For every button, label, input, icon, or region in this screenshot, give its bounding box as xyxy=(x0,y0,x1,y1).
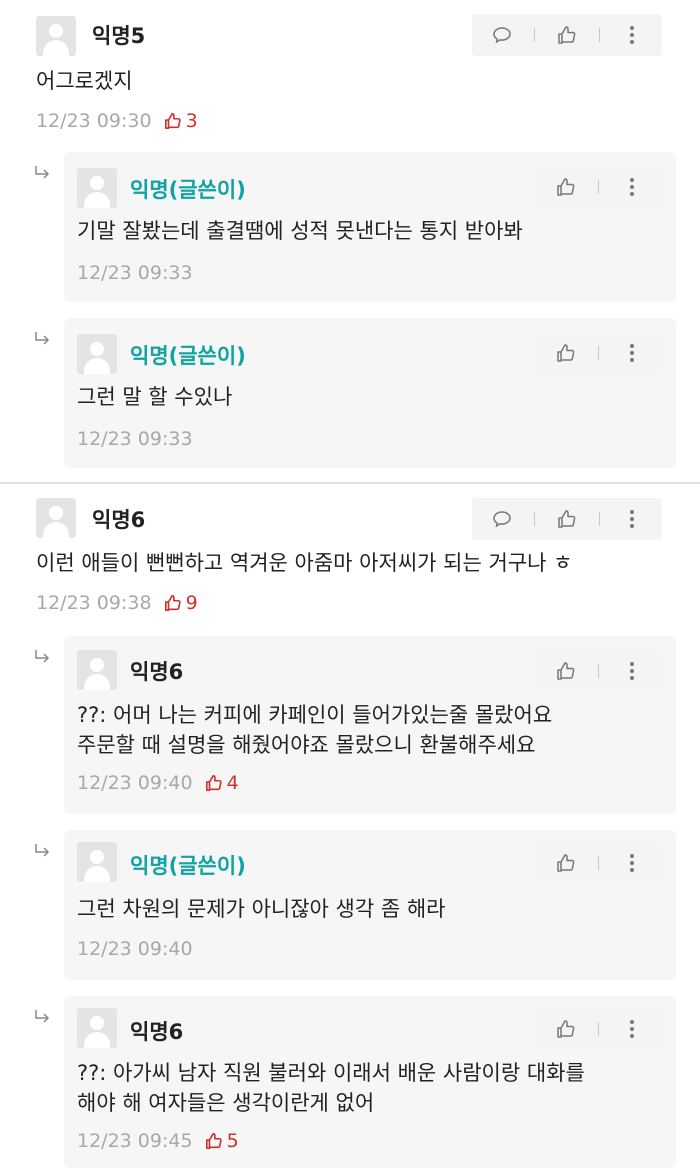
speech-bubble-icon[interactable] xyxy=(490,507,514,531)
reply-card: 익명(글쓴이) 그런 말 할 수있나 12/23 09:33 xyxy=(64,318,676,468)
reply-arrow-icon xyxy=(35,166,50,179)
like-count-value: 3 xyxy=(185,110,198,132)
toolbar-separator xyxy=(598,856,600,870)
vertical-ellipsis-icon[interactable] xyxy=(620,507,644,531)
like-count-value: 9 xyxy=(185,592,198,614)
vertical-ellipsis-icon[interactable] xyxy=(620,1017,644,1041)
thumbs-up-icon[interactable] xyxy=(555,23,579,47)
default-profile-icon xyxy=(36,16,76,56)
reply-meta: 12/23 09:40 xyxy=(77,938,193,960)
vertical-ellipsis-icon[interactable] xyxy=(620,23,644,47)
reply-text-line: ??: 아가씨 남자 직원 불러와 이래서 배운 사람이랑 대화를 xyxy=(77,1061,585,1085)
reply-meta: 12/23 09:45 5 xyxy=(77,1130,239,1152)
reply-meta: 12/23 09:33 xyxy=(77,262,193,284)
reply-arrow-icon xyxy=(35,844,50,857)
comment: 익명5 어그로겠지 12/23 09:30 3 xyxy=(0,0,700,150)
vertical-ellipsis-icon[interactable] xyxy=(620,851,644,875)
reply-time: 12/23 09:45 xyxy=(77,1130,193,1152)
reply-meta: 12/23 09:33 xyxy=(77,428,193,450)
reply-actions xyxy=(536,332,662,374)
reply-actions xyxy=(536,650,662,692)
default-profile-icon xyxy=(77,334,117,374)
comment-actions xyxy=(472,14,662,56)
reply-actions xyxy=(536,166,662,208)
comment-time: 12/23 09:30 xyxy=(36,110,152,132)
reply-card: 익명(글쓴이) 그런 차원의 문제가 아니잖아 생각 좀 해라 12/23 09… xyxy=(64,830,676,980)
reply-author: 익명6 xyxy=(130,660,184,684)
reply-card: 익명(글쓴이) 기말 잘봤는데 출결땜에 성적 못낸다는 통지 받아봐 12/2… xyxy=(64,152,676,302)
comment-author: 익명6 xyxy=(92,508,146,532)
reply-text-line: 주문할 때 설명을 해줬어야죠 몰랐으니 환불해주세요 xyxy=(77,733,536,757)
reply-text-line: 기말 잘봤는데 출결땜에 성적 못낸다는 통지 받아봐 xyxy=(77,219,523,243)
default-profile-icon xyxy=(77,168,117,208)
like-count: 5 xyxy=(205,1130,239,1152)
thumbs-up-icon xyxy=(205,774,222,792)
toolbar-separator xyxy=(534,512,535,526)
comment-text: 이런 애들이 뻔뻔하고 역겨운 아줌마 아저씨가 되는 거구나 ㅎ xyxy=(36,551,573,575)
thumbs-up-icon xyxy=(164,112,181,130)
speech-bubble-icon[interactable] xyxy=(490,23,514,47)
reply-arrow-icon xyxy=(35,332,50,345)
toolbar-separator xyxy=(598,180,600,194)
thumbs-up-icon[interactable] xyxy=(554,659,578,683)
reply-arrow-icon xyxy=(35,1010,50,1023)
like-count-value: 5 xyxy=(226,1130,239,1152)
thumbs-up-icon xyxy=(164,594,181,612)
toolbar-separator xyxy=(599,512,600,526)
vertical-ellipsis-icon[interactable] xyxy=(620,659,644,683)
comment-time: 12/23 09:38 xyxy=(36,592,152,614)
reply-time: 12/23 09:33 xyxy=(77,428,193,450)
reply-arrow-icon xyxy=(35,650,50,663)
default-profile-icon xyxy=(77,650,117,690)
toolbar-separator xyxy=(598,664,600,678)
toolbar-separator xyxy=(599,28,600,42)
like-count: 4 xyxy=(205,772,239,794)
reply-author: 익명6 xyxy=(130,1020,184,1044)
vertical-ellipsis-icon[interactable] xyxy=(620,341,644,365)
reply-author: 익명(글쓴이) xyxy=(130,178,246,202)
reply-time: 12/23 09:33 xyxy=(77,262,193,284)
reply-actions xyxy=(536,842,662,884)
comment-author: 익명5 xyxy=(92,24,146,48)
comment: 익명6 이런 애들이 뻔뻔하고 역겨운 아줌마 아저씨가 되는 거구나 ㅎ 12… xyxy=(0,484,700,634)
thumbs-up-icon[interactable] xyxy=(555,507,579,531)
reply-author: 익명(글쓴이) xyxy=(130,854,246,878)
comment-meta: 12/23 09:38 9 xyxy=(36,592,198,614)
reply-card: 익명6 ??: 어머 나는 커피에 카페인이 들어가있는줄 몰랐어요 주문할 때… xyxy=(64,636,676,814)
reply-meta: 12/23 09:40 4 xyxy=(77,772,239,794)
toolbar-separator xyxy=(534,28,535,42)
toolbar-separator xyxy=(598,1022,600,1036)
reply-text-line: 그런 차원의 문제가 아니잖아 생각 좀 해라 xyxy=(77,897,446,921)
like-count: 3 xyxy=(164,110,198,132)
toolbar-separator xyxy=(598,346,600,360)
default-profile-icon xyxy=(77,1008,117,1048)
comment-actions xyxy=(472,498,662,540)
thumbs-up-icon[interactable] xyxy=(554,341,578,365)
thumbs-up-icon[interactable] xyxy=(554,851,578,875)
thumbs-up-icon[interactable] xyxy=(554,1017,578,1041)
like-count-value: 4 xyxy=(226,772,239,794)
reply-actions xyxy=(536,1008,662,1050)
comment-meta: 12/23 09:30 3 xyxy=(36,110,198,132)
reply-time: 12/23 09:40 xyxy=(77,772,193,794)
like-count: 9 xyxy=(164,592,198,614)
vertical-ellipsis-icon[interactable] xyxy=(620,175,644,199)
default-profile-icon xyxy=(36,498,76,538)
comment-text: 어그로겠지 xyxy=(36,69,133,93)
reply-author: 익명(글쓴이) xyxy=(130,344,246,368)
reply-text-line: ??: 어머 나는 커피에 카페인이 들어가있는줄 몰랐어요 xyxy=(77,703,553,727)
thumbs-up-icon xyxy=(205,1132,222,1150)
reply-card: 익명6 ??: 아가씨 남자 직원 불러와 이래서 배운 사람이랑 대화를 해야… xyxy=(64,996,676,1168)
reply-text-line: 그런 말 할 수있나 xyxy=(77,385,233,409)
reply-text-line: 해야 해 여자들은 생각이란게 없어 xyxy=(77,1091,375,1115)
reply-time: 12/23 09:40 xyxy=(77,938,193,960)
default-profile-icon xyxy=(77,842,117,882)
thumbs-up-icon[interactable] xyxy=(554,175,578,199)
